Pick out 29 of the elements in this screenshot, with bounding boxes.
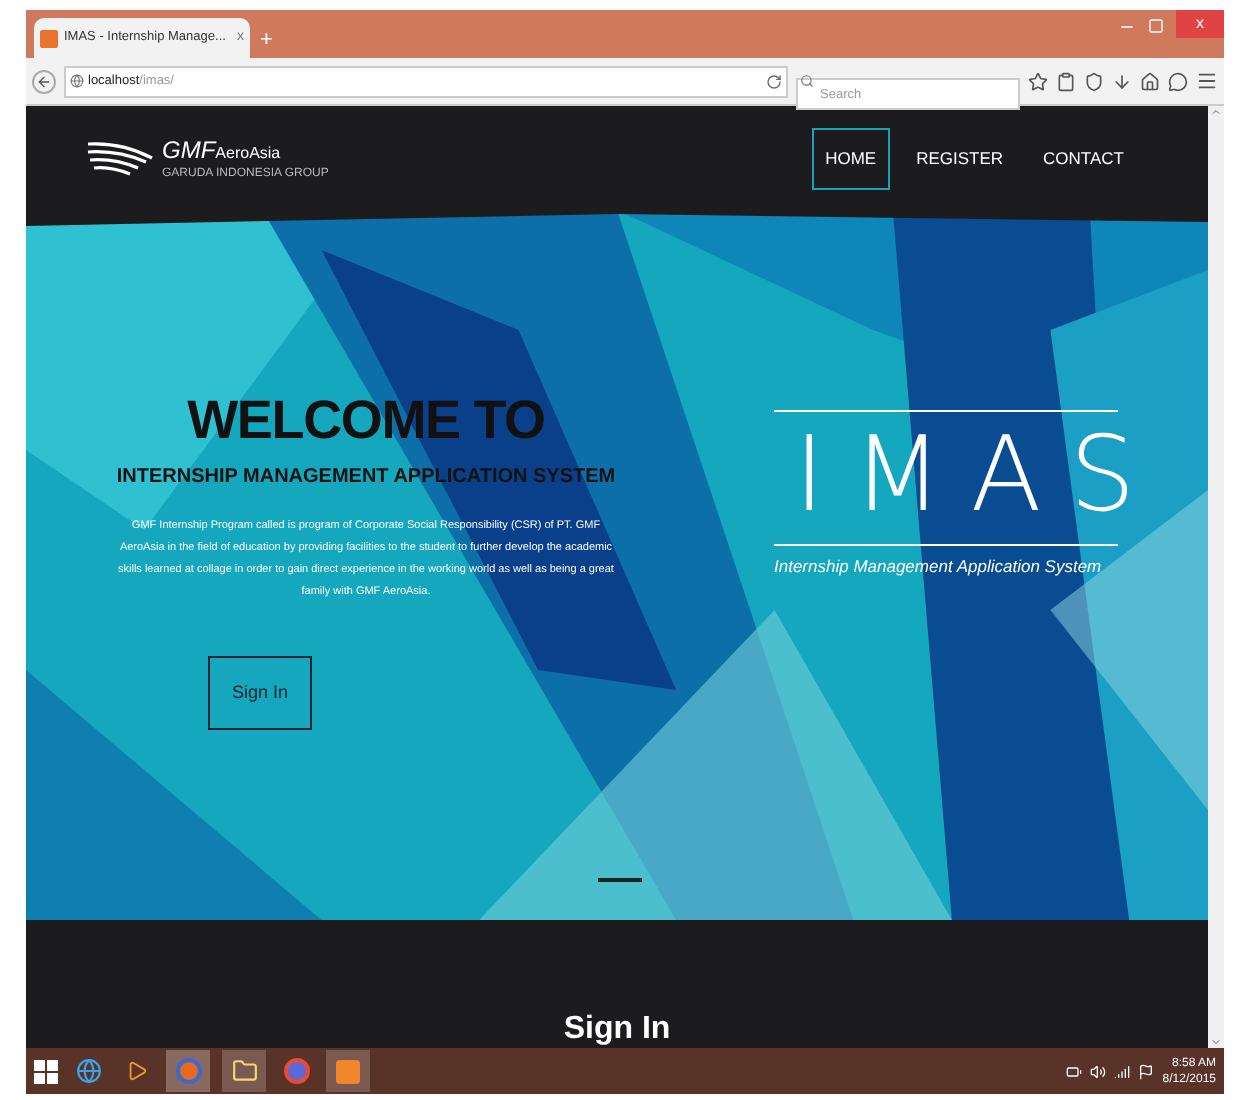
maximize-icon[interactable] — [1148, 18, 1164, 34]
logo-text: GMFAeroAsia — [162, 137, 283, 161]
sign-in-button[interactable]: Sign In — [208, 656, 312, 730]
download-icon[interactable] — [1112, 71, 1132, 91]
battery-icon[interactable] — [1066, 1063, 1083, 1079]
signal-icon[interactable] — [1114, 1063, 1131, 1079]
flag-icon[interactable] — [1138, 1063, 1155, 1079]
globe-icon — [70, 74, 84, 88]
volume-icon[interactable] — [1090, 1063, 1107, 1079]
windows-logo-icon[interactable] — [34, 1059, 58, 1083]
back-icon[interactable] — [32, 69, 56, 93]
section-heading: Sign In — [563, 1014, 671, 1046]
menu-icon[interactable] — [1196, 70, 1218, 92]
nav-link[interactable]: HOME — [811, 127, 891, 189]
favicon-icon — [40, 29, 58, 47]
chat-icon[interactable] — [1168, 71, 1188, 91]
bird-logo-icon — [86, 138, 154, 178]
brand-logo-text: IMAS — [794, 414, 1164, 540]
bookmark-star-icon[interactable] — [1028, 71, 1048, 91]
search-icon — [800, 73, 814, 87]
nav-link[interactable]: CONTACT — [1029, 127, 1138, 189]
window-close-button[interactable]: x — [1176, 10, 1224, 38]
reload-icon[interactable] — [766, 73, 782, 89]
brand-caption: Internship Management Application System — [774, 554, 1102, 580]
nav-link[interactable]: REGISTER — [902, 127, 1018, 189]
folder-app-icon[interactable] — [222, 1050, 266, 1092]
clipboard-icon[interactable] — [1056, 71, 1076, 91]
home-icon[interactable] — [1140, 71, 1160, 91]
shield-icon[interactable] — [1084, 71, 1104, 91]
